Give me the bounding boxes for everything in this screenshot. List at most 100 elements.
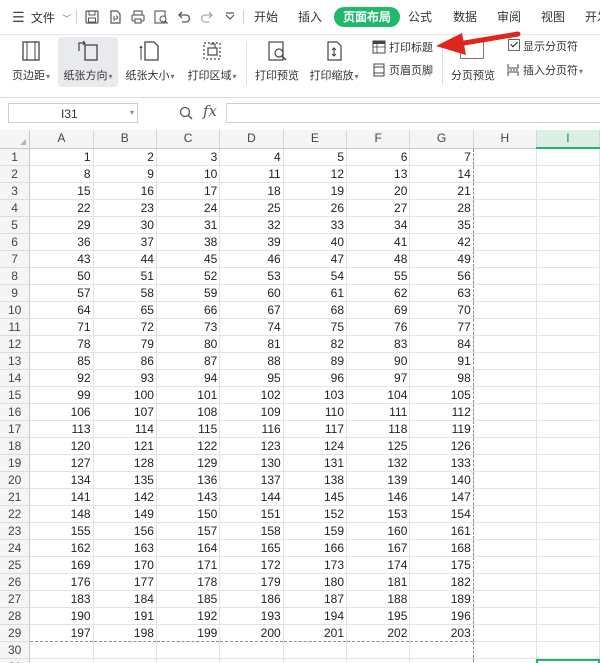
cell-b16[interactable]: 107: [93, 403, 157, 421]
cell-e7[interactable]: 47: [283, 250, 348, 268]
cell-a27[interactable]: 183: [29, 590, 94, 608]
cell-f11[interactable]: 76: [346, 318, 411, 336]
tab-formulas[interactable]: 公式: [408, 0, 432, 34]
cell-b13[interactable]: 86: [93, 352, 157, 370]
zoom-icon[interactable]: [178, 105, 194, 121]
cell-a30[interactable]: [29, 641, 94, 659]
cell-c19[interactable]: 129: [156, 454, 221, 472]
cell-d3[interactable]: 18: [219, 182, 284, 200]
cell-e3[interactable]: 19: [283, 182, 348, 200]
cell-i20[interactable]: [536, 471, 600, 489]
print-icon[interactable]: [130, 9, 146, 25]
cell-i22[interactable]: [536, 505, 600, 523]
cell-d21[interactable]: 144: [219, 488, 284, 506]
cell-a12[interactable]: 78: [29, 335, 94, 353]
show-page-breaks-checkbox[interactable]: 显示分页符: [508, 38, 578, 56]
cell-b5[interactable]: 30: [93, 216, 157, 234]
cell-a1[interactable]: 1: [29, 148, 94, 166]
cell-a16[interactable]: 106: [29, 403, 94, 421]
column-header-g[interactable]: G: [409, 130, 474, 149]
row-header[interactable]: 1: [0, 148, 31, 166]
cell-i29[interactable]: [536, 624, 600, 642]
cell-a8[interactable]: 50: [29, 267, 94, 285]
cell-a6[interactable]: 36: [29, 233, 94, 251]
cell-i28[interactable]: [536, 607, 600, 625]
cell-f8[interactable]: 55: [346, 267, 411, 285]
cell-b10[interactable]: 65: [93, 301, 157, 319]
cell-e22[interactable]: 152: [283, 505, 348, 523]
cell-f3[interactable]: 20: [346, 182, 411, 200]
cell-e9[interactable]: 61: [283, 284, 348, 302]
cell-b11[interactable]: 72: [93, 318, 157, 336]
cell-c25[interactable]: 171: [156, 556, 221, 574]
cell-a2[interactable]: 8: [29, 165, 94, 183]
cell-g9[interactable]: 63: [409, 284, 474, 302]
cell-a26[interactable]: 176: [29, 573, 94, 591]
cell-e14[interactable]: 96: [283, 369, 348, 387]
cell-c31[interactable]: [156, 658, 221, 663]
cell-f6[interactable]: 41: [346, 233, 411, 251]
cell-d12[interactable]: 81: [219, 335, 284, 353]
row-header[interactable]: 5: [0, 216, 31, 234]
cell-h31[interactable]: [473, 658, 537, 663]
cell-i8[interactable]: [536, 267, 600, 285]
print-preview-icon[interactable]: [153, 9, 169, 25]
print-scale-button[interactable]: 打印缩放▾: [305, 37, 363, 87]
cell-h12[interactable]: [473, 335, 537, 353]
cell-d27[interactable]: 186: [219, 590, 284, 608]
cell-e1[interactable]: 5: [283, 148, 348, 166]
cell-i11[interactable]: [536, 318, 600, 336]
cell-b8[interactable]: 51: [93, 267, 157, 285]
row-header[interactable]: 14: [0, 369, 31, 387]
cell-c28[interactable]: 192: [156, 607, 221, 625]
cell-e8[interactable]: 54: [283, 267, 348, 285]
cell-h23[interactable]: [473, 522, 537, 540]
cell-g25[interactable]: 175: [409, 556, 474, 574]
cell-i17[interactable]: [536, 420, 600, 438]
print-area-button[interactable]: 打印区域▾: [182, 37, 242, 87]
cell-i18[interactable]: [536, 437, 600, 455]
cell-h26[interactable]: [473, 573, 537, 591]
cell-b6[interactable]: 37: [93, 233, 157, 251]
cell-a11[interactable]: 71: [29, 318, 94, 336]
row-header[interactable]: 23: [0, 522, 31, 540]
cell-f27[interactable]: 188: [346, 590, 411, 608]
cell-a28[interactable]: 190: [29, 607, 94, 625]
cell-c3[interactable]: 17: [156, 182, 221, 200]
cell-d29[interactable]: 200: [219, 624, 284, 642]
cell-d14[interactable]: 95: [219, 369, 284, 387]
cell-i15[interactable]: [536, 386, 600, 404]
cell-g15[interactable]: 105: [409, 386, 474, 404]
export-pdf-icon[interactable]: [107, 9, 123, 25]
cell-i10[interactable]: [536, 301, 600, 319]
cell-f26[interactable]: 181: [346, 573, 411, 591]
cell-d18[interactable]: 123: [219, 437, 284, 455]
cell-d23[interactable]: 158: [219, 522, 284, 540]
cell-h17[interactable]: [473, 420, 537, 438]
cell-g14[interactable]: 98: [409, 369, 474, 387]
cell-b31[interactable]: [93, 658, 157, 663]
column-header-f[interactable]: F: [346, 130, 411, 149]
cell-i21[interactable]: [536, 488, 600, 506]
cell-g2[interactable]: 14: [409, 165, 474, 183]
row-header[interactable]: 28: [0, 607, 31, 625]
cell-b18[interactable]: 121: [93, 437, 157, 455]
cell-f23[interactable]: 160: [346, 522, 411, 540]
row-header[interactable]: 10: [0, 301, 31, 319]
cell-e26[interactable]: 180: [283, 573, 348, 591]
cell-a21[interactable]: 141: [29, 488, 94, 506]
cell-a9[interactable]: 57: [29, 284, 94, 302]
cell-b21[interactable]: 142: [93, 488, 157, 506]
cell-h3[interactable]: [473, 182, 537, 200]
cell-f4[interactable]: 27: [346, 199, 411, 217]
customize-toolbar-icon[interactable]: [222, 9, 238, 25]
cell-d1[interactable]: 4: [219, 148, 284, 166]
cell-a18[interactable]: 120: [29, 437, 94, 455]
row-header[interactable]: 15: [0, 386, 31, 404]
cell-a3[interactable]: 15: [29, 182, 94, 200]
cell-g6[interactable]: 42: [409, 233, 474, 251]
cell-d19[interactable]: 130: [219, 454, 284, 472]
cell-a29[interactable]: 197: [29, 624, 94, 642]
cell-e10[interactable]: 68: [283, 301, 348, 319]
cell-a14[interactable]: 92: [29, 369, 94, 387]
